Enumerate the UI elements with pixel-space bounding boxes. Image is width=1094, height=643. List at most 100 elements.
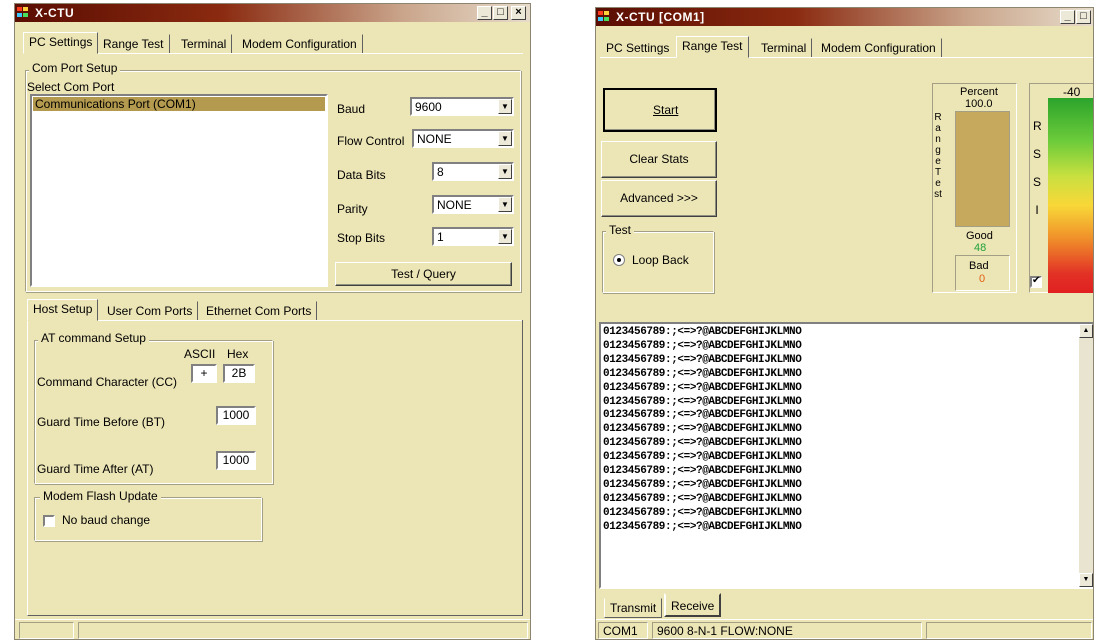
percent-fill (956, 112, 1009, 226)
scroll-down-icon[interactable]: ▼ (1079, 573, 1093, 587)
right-window: X-CTU [COM1] _ □ PC Settings Range Test … (595, 7, 1094, 640)
percent-meter (955, 111, 1010, 227)
app-icon (17, 7, 31, 19)
title-bar[interactable]: X-CTU _ □ × (15, 4, 530, 22)
status-cell (19, 622, 74, 639)
rssi-vertical-label: RSSI (1033, 119, 1042, 217)
command-character-label: Command Character (CC) (37, 375, 178, 389)
ascii-header: ASCII (184, 347, 216, 361)
bad-value: 0 (979, 273, 986, 285)
start-label: Start (653, 103, 679, 117)
at-command-setup-title: AT command Setup (38, 331, 149, 345)
receive-textarea[interactable]: 0123456789:;<=>?@ABCDEFGHIJKLMNO 01234567… (599, 322, 1093, 589)
baud-label: Baud (337, 102, 366, 116)
receive-line: 0123456789:;<=>?@ABCDEFGHIJKLMNO (603, 326, 802, 338)
command-character-ascii-input[interactable]: + (191, 364, 217, 383)
tab-range-test[interactable]: Range Test (97, 34, 170, 54)
rssi-checkbox[interactable]: ✔ (1030, 275, 1042, 288)
stop-bits-label: Stop Bits (337, 231, 386, 245)
select-com-port-label: Select Com Port (27, 80, 115, 94)
chevron-down-icon[interactable]: ▼ (498, 197, 512, 212)
receive-line: 0123456789:;<=>?@ABCDEFGHIJKLMNO (603, 381, 802, 394)
maximize-icon[interactable]: □ (1076, 10, 1091, 24)
receive-lines: 0123456789:;<=>?@ABCDEFGHIJKLMNO 01234567… (603, 326, 802, 535)
data-bits-select[interactable]: 8 ▼ (432, 162, 514, 181)
chevron-down-icon[interactable]: ▼ (498, 99, 512, 114)
list-item[interactable]: Communications Port (COM1) (33, 97, 325, 111)
chevron-down-icon[interactable]: ▼ (498, 164, 512, 179)
loop-back-label: Loop Back (632, 253, 689, 267)
receive-line: 0123456789:;<=>?@ABCDEFGHIJKLMNO (603, 478, 802, 491)
receive-line: 0123456789:;<=>?@ABCDEFGHIJKLMNO (603, 451, 802, 464)
tab-pc-settings[interactable]: PC Settings (600, 38, 676, 58)
vertical-scrollbar[interactable]: ▲ ▼ (1079, 324, 1093, 587)
window-title: X-CTU (35, 6, 75, 20)
stop-bits-value: 1 (437, 230, 444, 244)
receive-line: 0123456789:;<=>?@ABCDEFGHIJKLMNO (603, 409, 802, 422)
baud-select[interactable]: 9600 ▼ (410, 97, 514, 116)
receive-line: 0123456789:;<=>?@ABCDEFGHIJKLMNO (603, 395, 802, 408)
receive-line: 0123456789:;<=>?@ABCDEFGHIJKLMNO (603, 437, 802, 450)
receive-line: 0123456789:;<=>?@ABCDEFGHIJKLMNO (603, 492, 802, 505)
receive-line: 0123456789:;<=>?@ABCDEFGHIJKLMNO (603, 353, 802, 366)
clear-stats-button[interactable]: Clear Stats (601, 141, 717, 178)
maximize-icon[interactable]: □ (493, 6, 508, 20)
minimize-icon[interactable]: _ (1060, 10, 1075, 24)
minimize-icon[interactable]: _ (477, 6, 492, 20)
rssi-value: -40 (1063, 85, 1081, 99)
left-window: X-CTU _ □ × PC Settings Range Test Termi… (14, 3, 531, 640)
tab-range-test[interactable]: Range Test (676, 36, 749, 58)
tab-pc-settings[interactable]: PC Settings (23, 32, 99, 54)
status-port: COM1 (598, 622, 648, 639)
tab-host-setup[interactable]: Host Setup (27, 299, 99, 321)
good-value: 48 (974, 242, 987, 254)
loop-back-radio[interactable] (613, 254, 625, 266)
title-bar[interactable]: X-CTU [COM1] _ □ (596, 8, 1093, 26)
status-bar: COM1 9600 8-N-1 FLOW:NONE (596, 619, 1093, 639)
hex-header: Hex (227, 347, 249, 361)
tab-terminal[interactable]: Terminal (755, 38, 813, 58)
guard-time-before-input[interactable]: 1000 (216, 406, 256, 425)
good-label: Good (966, 230, 993, 242)
tab-modem-configuration[interactable]: Modem Configuration (815, 38, 942, 58)
test-group-title: Test (606, 223, 635, 237)
com-port-list[interactable]: Communications Port (COM1) (30, 94, 328, 287)
tab-modem-configuration[interactable]: Modem Configuration (236, 34, 363, 54)
flow-control-label: Flow Control (337, 134, 405, 148)
start-button[interactable]: Start (603, 88, 717, 132)
no-baud-change-checkbox[interactable] (43, 515, 55, 527)
window-title: X-CTU [COM1] (616, 10, 705, 24)
tab-ethernet-com-ports[interactable]: Ethernet Com Ports (200, 301, 318, 321)
parity-label: Parity (337, 202, 368, 216)
scroll-up-icon[interactable]: ▲ (1079, 324, 1093, 338)
tab-user-com-ports[interactable]: User Com Ports (101, 301, 199, 321)
guard-time-after-input[interactable]: 1000 (216, 451, 256, 470)
tab-transmit[interactable]: Transmit (604, 598, 663, 618)
range-test-vertical-label: Range Test (934, 112, 942, 200)
data-bits-label: Data Bits (337, 168, 386, 182)
modem-flash-update-title: Modem Flash Update (40, 489, 161, 503)
baud-value: 9600 (415, 100, 442, 114)
guard-time-after-label: Guard Time After (AT) (37, 462, 154, 476)
tab-receive[interactable]: Receive (664, 593, 722, 617)
app-icon (598, 11, 612, 23)
chevron-down-icon[interactable]: ▼ (498, 131, 512, 146)
status-cell (926, 622, 1092, 639)
status-settings: 9600 8-N-1 FLOW:NONE (652, 622, 922, 639)
receive-line: 0123456789:;<=>?@ABCDEFGHIJKLMNO (603, 339, 802, 352)
command-character-hex-input[interactable]: 2B (223, 364, 255, 383)
receive-line: 0123456789:;<=>?@ABCDEFGHIJKLMNO (603, 367, 802, 380)
chevron-down-icon[interactable]: ▼ (498, 229, 512, 244)
percent-value: 100.0 (965, 98, 993, 110)
rssi-bar (1048, 98, 1093, 293)
tab-terminal[interactable]: Terminal (175, 34, 233, 54)
test-query-button[interactable]: Test / Query (335, 262, 512, 286)
stop-bits-select[interactable]: 1 ▼ (432, 227, 514, 246)
flow-control-select[interactable]: NONE ▼ (412, 129, 514, 148)
receive-line: 0123456789:;<=>?@ABCDEFGHIJKLMNO (603, 520, 802, 533)
status-bar (15, 619, 530, 639)
receive-line: 0123456789:;<=>?@ABCDEFGHIJKLMNO (603, 423, 802, 436)
parity-select[interactable]: NONE ▼ (432, 195, 514, 214)
advanced-button[interactable]: Advanced >>> (601, 180, 717, 217)
close-icon[interactable]: × (511, 6, 526, 20)
